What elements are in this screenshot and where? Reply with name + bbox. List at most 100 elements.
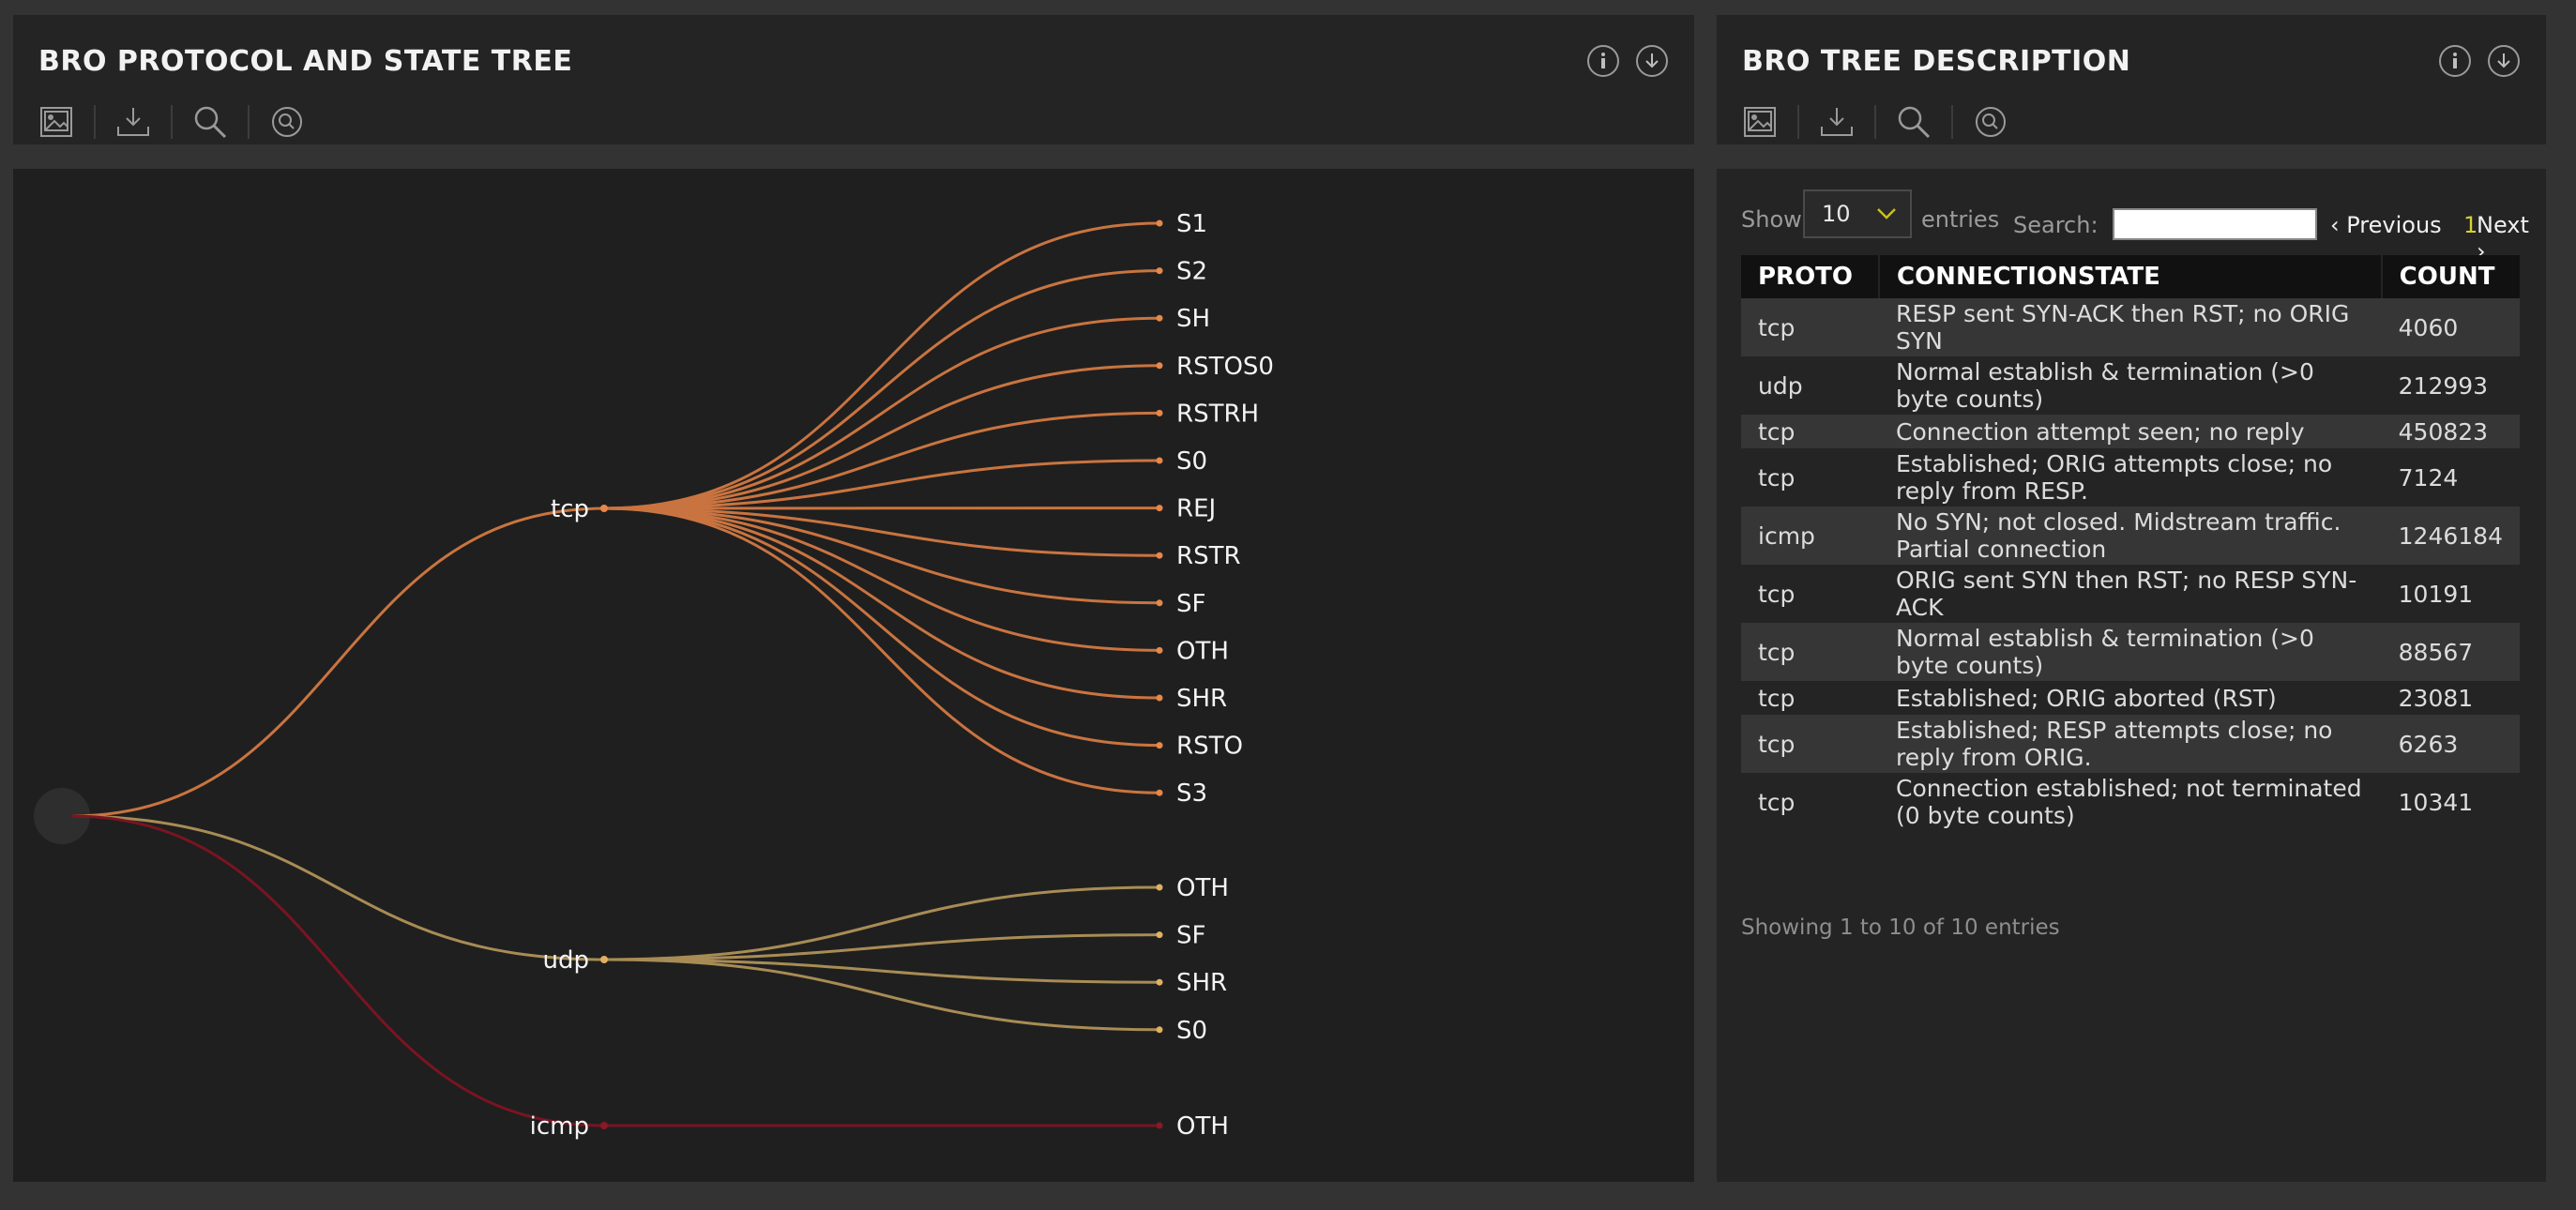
tree-leaf-label[interactable]: S2 — [1176, 258, 1207, 286]
entries-select[interactable]: 10 — [1803, 189, 1912, 238]
cell-count: 7124 — [2381, 448, 2520, 507]
table-row[interactable]: tcp ORIG sent SYN then RST; no RESP SYN-A… — [1741, 565, 2520, 623]
toolbar-divider — [94, 105, 96, 139]
tree-leaf-label[interactable]: RSTO — [1176, 733, 1243, 761]
tree-protocol-label[interactable]: tcp — [551, 495, 589, 523]
tree-leaf-label[interactable]: OTH — [1176, 874, 1229, 902]
tree-leaf-node[interactable] — [1156, 978, 1163, 986]
tree-protocol-node[interactable] — [600, 1122, 608, 1129]
tree-link-tcp-sh — [603, 316, 1160, 510]
tree-leaf-label[interactable]: S1 — [1176, 210, 1207, 238]
tree-leaf-label[interactable]: SH — [1176, 305, 1210, 333]
tree-protocol-node[interactable] — [600, 956, 608, 963]
tree-leaf-node[interactable] — [1156, 599, 1163, 607]
tree-leaf-node[interactable] — [1156, 1026, 1163, 1034]
search-icon[interactable] — [191, 103, 229, 141]
cell-proto: icmp — [1741, 507, 1879, 565]
tree-leaf-node[interactable] — [1156, 694, 1163, 702]
zoom-reset-icon[interactable] — [268, 103, 306, 141]
tree-protocol-label[interactable]: udp — [543, 946, 590, 975]
tree-link-icmp — [70, 814, 605, 1127]
toolbar-divider — [248, 105, 250, 139]
cell-state: ORIG sent SYN then RST; no RESP SYN-ACK — [1879, 565, 2382, 623]
description-table-panel: Show 10 entries Search: ‹ Previous 1 Nex… — [1717, 169, 2546, 1182]
tree-leaf-label[interactable]: S0 — [1176, 447, 1207, 476]
tree-leaf-node[interactable] — [1156, 362, 1163, 370]
tree-leaf-node[interactable] — [1156, 219, 1163, 227]
search-icon[interactable] — [1895, 103, 1932, 141]
cell-state: Connection established; not terminated (… — [1879, 773, 2382, 831]
tree-leaf-label[interactable]: SHR — [1176, 685, 1227, 713]
tree-leaf-node[interactable] — [1156, 505, 1163, 512]
tree-leaf-node[interactable] — [1156, 457, 1163, 464]
tree-leaf-label[interactable]: REJ — [1176, 495, 1216, 523]
tree-leaf-label[interactable]: SF — [1176, 590, 1205, 618]
download-tray-icon[interactable] — [114, 103, 152, 141]
table-row[interactable]: udp Normal establish & termination (>0 by… — [1741, 356, 2520, 415]
cell-proto: tcp — [1741, 681, 1879, 715]
protocol-state-tree[interactable]: S1 S2 SH RSTOS0 RSTRH S0 REJ RSTR SF OTH SHR RSTO S3… — [13, 169, 1694, 1182]
table-row[interactable]: tcp Connection established; not terminate… — [1741, 773, 2520, 831]
tree-leaf-node[interactable] — [1156, 552, 1163, 559]
table-row[interactable]: icmp No SYN; not closed. Midstream traffi… — [1741, 507, 2520, 565]
download-tray-icon[interactable] — [1818, 103, 1856, 141]
info-icon[interactable] — [1587, 45, 1619, 77]
table-row[interactable]: tcp Normal establish & termination (>0 by… — [1741, 623, 2520, 681]
tree-leaf-label[interactable]: OTH — [1176, 637, 1229, 665]
zoom-reset-icon[interactable] — [1972, 103, 2009, 141]
tree-link-tcp-rstrh — [603, 411, 1160, 510]
tree-leaf-node[interactable] — [1156, 742, 1163, 749]
tree-leaf-node[interactable] — [1156, 409, 1163, 416]
tree-link-tcp-sf — [603, 507, 1160, 605]
tree-leaf-node[interactable] — [1156, 267, 1163, 275]
tree-leaf-label[interactable]: OTH — [1176, 1112, 1229, 1141]
tree-leaf-node[interactable] — [1156, 1122, 1163, 1129]
tree-leaf-label[interactable]: SF — [1176, 922, 1205, 950]
page-number-button[interactable]: 1 — [2463, 212, 2478, 238]
chevron-down-icon — [1874, 201, 1899, 231]
table-row[interactable]: tcp Established; ORIG attempts close; no … — [1741, 448, 2520, 507]
column-header-count[interactable]: COUNT — [2381, 255, 2520, 298]
column-header-proto[interactable]: PROTO — [1741, 255, 1880, 298]
table-row[interactable]: tcp Established; RESP attempts close; no … — [1741, 715, 2520, 773]
tree-leaf-label[interactable]: S0 — [1176, 1017, 1207, 1045]
cell-state: Connection attempt seen; no reply — [1879, 415, 2382, 448]
download-icon[interactable] — [1636, 45, 1668, 77]
download-icon[interactable] — [2488, 45, 2520, 77]
image-export-icon[interactable] — [38, 103, 75, 141]
tree-leaf-node[interactable] — [1156, 884, 1163, 891]
tree-link-tcp-s3 — [603, 507, 1160, 794]
cell-count: 23081 — [2381, 681, 2520, 715]
tree-leaf-label[interactable]: RSTOS0 — [1176, 353, 1274, 381]
tree-link-tcp — [70, 507, 605, 818]
show-label: Show — [1741, 206, 1802, 233]
entries-label: entries — [1921, 206, 2000, 233]
table-row[interactable]: tcp Connection attempt seen; no reply 4508… — [1741, 415, 2520, 448]
tree-leaf-node[interactable] — [1156, 789, 1163, 796]
table-row[interactable]: tcp Established; ORIG aborted (RST) 23081 — [1741, 681, 2520, 715]
cell-count: 6263 — [2381, 715, 2520, 773]
image-export-icon[interactable] — [1741, 103, 1779, 141]
tree-leaf-node[interactable] — [1156, 931, 1163, 939]
tree-leaf-label[interactable]: RSTRH — [1176, 400, 1259, 428]
previous-button[interactable]: ‹ Previous — [2330, 212, 2442, 238]
tree-leaf-label[interactable]: RSTR — [1176, 542, 1241, 570]
cell-count: 10341 — [2381, 773, 2520, 831]
tree-link-tcp-s2 — [603, 269, 1160, 510]
tree-leaf-label[interactable]: S3 — [1176, 779, 1207, 808]
tree-canvas[interactable]: S1 S2 SH RSTOS0 RSTRH S0 REJ RSTR SF OTH SHR RSTO S3… — [13, 169, 1694, 1182]
info-icon[interactable] — [2439, 45, 2471, 77]
column-header-connectionstate[interactable]: CONNECTIONSTATE — [1879, 255, 2383, 298]
toolbar-divider — [1797, 105, 1799, 139]
table-row[interactable]: tcp RESP sent SYN-ACK then RST; no ORIG S… — [1741, 298, 2520, 356]
tree-leaf-node[interactable] — [1156, 646, 1163, 654]
cell-proto: tcp — [1741, 623, 1879, 681]
tree-leaf-label[interactable]: SHR — [1176, 969, 1227, 997]
tree-protocol-label[interactable]: icmp — [530, 1112, 589, 1141]
tree-protocol-node[interactable] — [600, 505, 608, 512]
panel-title: BRO PROTOCOL AND STATE TREE — [38, 45, 573, 78]
cell-count: 1246184 — [2381, 507, 2520, 565]
search-input[interactable] — [2113, 208, 2317, 240]
cell-state: Normal establish & termination (>0 byte … — [1879, 623, 2382, 681]
tree-leaf-node[interactable] — [1156, 314, 1163, 322]
